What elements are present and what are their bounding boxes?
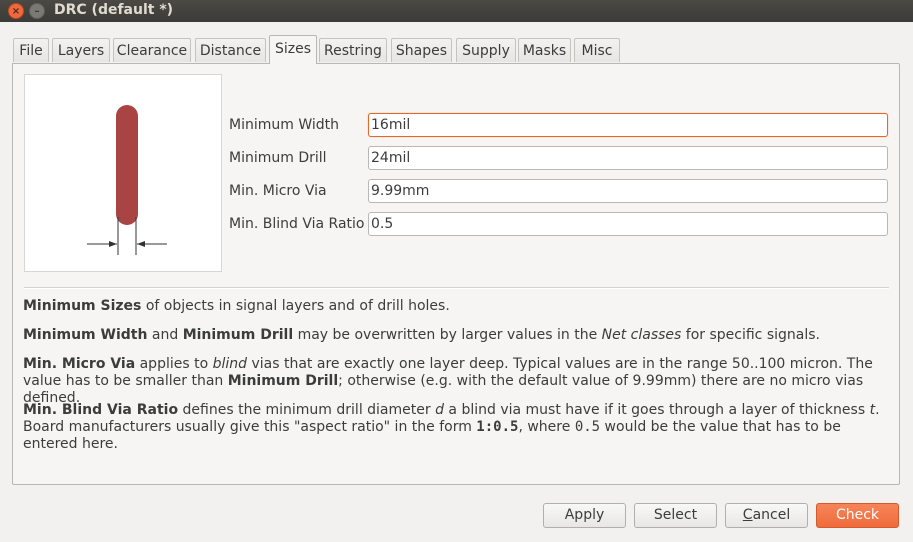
help-paragraph-sizes: Minimum Sizes of objects in signal layer… (23, 298, 450, 314)
check-button[interactable]: Check (816, 503, 899, 528)
tab-masks[interactable]: Masks (518, 38, 571, 62)
tab-misc[interactable]: Misc (574, 38, 620, 62)
cancel-mnemonic: C (742, 507, 753, 523)
trace-width-icon (87, 105, 167, 255)
min-drill-label: Minimum Drill (229, 150, 327, 166)
tab-supply[interactable]: Supply (456, 38, 516, 62)
tab-shapes[interactable]: Shapes (391, 38, 452, 62)
min-width-trace-diagram (24, 74, 222, 272)
tab-sizes[interactable]: Sizes (269, 35, 317, 64)
min-blind-via-ratio-label: Min. Blind Via Ratio (229, 216, 365, 232)
min-drill-input[interactable] (368, 146, 888, 170)
min-width-input[interactable] (368, 113, 888, 137)
tab-distance[interactable]: Distance (195, 38, 266, 62)
min-width-label: Minimum Width (229, 117, 340, 133)
help-paragraph-blind-via-ratio: Min. Blind Via Ratio defines the minimum… (23, 402, 880, 452)
min-micro-via-label: Min. Micro Via (229, 183, 327, 199)
tab-clearance[interactable]: Clearance (113, 38, 191, 62)
close-icon[interactable]: × (8, 3, 24, 19)
separator (24, 287, 889, 289)
title-bar: × – DRC (default *) (0, 0, 913, 22)
minimize-icon[interactable]: – (29, 3, 45, 19)
help-paragraph-width-drill: Minimum Width and Minimum Drill may be o… (23, 327, 820, 343)
select-button[interactable]: Select (634, 503, 717, 528)
window-title: DRC (default *) (54, 2, 174, 18)
cancel-button[interactable]: Cancel (725, 503, 808, 528)
tab-file[interactable]: File (13, 38, 49, 62)
tab-layers[interactable]: Layers (52, 38, 110, 62)
tab-restring[interactable]: Restring (319, 38, 387, 62)
help-paragraph-micro-via: Min. Micro Via applies to blind vias tha… (23, 356, 873, 406)
min-blind-via-ratio-input[interactable] (368, 212, 888, 236)
cancel-label: ancel (752, 507, 791, 523)
apply-button[interactable]: Apply (543, 503, 626, 528)
min-micro-via-input[interactable] (368, 179, 888, 203)
